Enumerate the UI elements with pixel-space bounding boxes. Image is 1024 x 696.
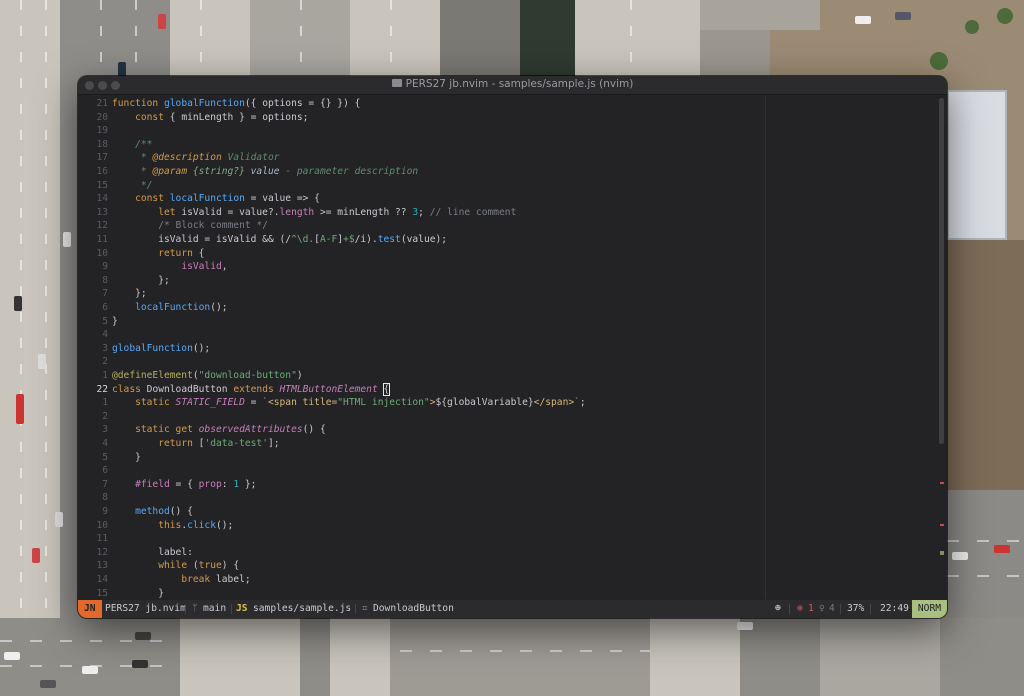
status-line: JN PERS27 jb.nvim ᛘ main JS samples/samp… <box>78 600 947 618</box>
mode-badge: JN <box>78 600 102 618</box>
error-count[interactable]: 1 <box>808 600 814 618</box>
code-line: const { minLength } = options; <box>135 111 309 123</box>
line-number: 11 <box>96 234 108 245</box>
code-line: while (true) { <box>158 560 240 572</box>
line-number: 20 <box>96 111 108 123</box>
line-number: 15 <box>96 179 108 191</box>
cursor-position: 22:49 <box>880 603 909 614</box>
code-line: const localFunction = value => { <box>135 193 320 205</box>
diagnostic-mark <box>940 524 944 526</box>
git-branch-icon: ᛘ <box>192 603 198 614</box>
line-number: 12 <box>96 220 108 232</box>
code-line: isValid, <box>181 261 228 273</box>
line-number: 7 <box>102 288 108 300</box>
filetype-badge: JS <box>236 603 248 614</box>
line-number: 16 <box>96 166 108 177</box>
line-number: 5 <box>102 451 108 463</box>
line-number: 8 <box>102 274 108 286</box>
file-path[interactable]: samples/sample.js <box>253 600 351 618</box>
line-number: 13 <box>96 560 108 572</box>
code-editor[interactable]: 21 20 19 18 17 16 15 14 13 12 11 10 9 8 7 6 5 4 3 2 1 22 1 2 3 4 5… <box>78 96 947 599</box>
vim-mode-indicator: NORM <box>911 600 947 618</box>
line-number: 11 <box>96 533 108 545</box>
error-icon: ⊗ <box>797 603 803 614</box>
scrollbar[interactable] <box>939 98 944 444</box>
color-column <box>765 96 766 599</box>
code-line: this.click(); <box>158 519 234 531</box>
code-line: static STATIC_FIELD = `<span title="HTML… <box>135 397 586 409</box>
code-line: isValid = isValid && (/^\d.[A-F]+$/i).te… <box>112 234 448 245</box>
code-line: /** <box>135 138 153 150</box>
line-number: 10 <box>96 519 108 531</box>
code-line: return { <box>158 247 205 259</box>
lsp-robot-icon: ☻ <box>775 603 781 614</box>
diagnostic-mark <box>940 553 944 555</box>
code-line: let isValid = value?.length >= minLength… <box>158 206 517 218</box>
breadcrumb-symbol[interactable]: DownloadButton <box>373 600 454 618</box>
code-line: @defineElement("download-button") <box>112 370 303 381</box>
code-line: label: <box>112 546 193 558</box>
line-number: 21 <box>96 98 108 109</box>
line-number: 6 <box>102 302 108 313</box>
code-line: } <box>112 315 118 327</box>
code-line: method() { <box>135 506 193 517</box>
line-number: 3 <box>102 424 108 436</box>
line-number: 9 <box>102 506 108 517</box>
code-line: globalFunction(); <box>112 342 211 354</box>
folder-icon <box>391 79 402 87</box>
code-line: return ['data-test']; <box>158 438 280 449</box>
code-line: /* Block comment */ <box>158 220 268 232</box>
line-number: 8 <box>102 492 108 504</box>
line-number: 4 <box>102 329 108 341</box>
line-number: 9 <box>102 261 108 273</box>
line-number: 2 <box>102 356 108 368</box>
line-number: 6 <box>102 465 108 477</box>
terminal-window: PERS27 jb.nvim - samples/sample.js (nvim… <box>78 76 947 618</box>
diagnostic-mark <box>940 482 944 484</box>
code-line: class DownloadButton extends HTMLButtonE… <box>112 382 391 396</box>
window-title: PERS27 jb.nvim - samples/sample.js (nvim… <box>78 78 947 90</box>
line-number: 15 <box>96 587 108 599</box>
code-line: static get observedAttributes() { <box>135 424 326 436</box>
line-number: 1 <box>102 370 108 381</box>
line-number: 1 <box>102 397 108 409</box>
line-number: 2 <box>102 410 108 422</box>
code-line: function globalFunction({ options = {} }… <box>112 98 361 109</box>
code-line: } <box>112 451 141 463</box>
line-number: 14 <box>96 193 108 205</box>
line-number: 14 <box>96 574 108 585</box>
line-number: 22 <box>96 383 108 395</box>
scroll-progress: 37% <box>847 603 865 614</box>
code-line: */ <box>112 179 153 191</box>
line-number: 13 <box>96 206 108 218</box>
code-line: }; <box>112 274 170 286</box>
code-line: break label; <box>181 574 251 585</box>
symbol-class-icon: ⌗ <box>362 603 368 614</box>
window-title-text: PERS27 jb.nvim - samples/sample.js (nvim… <box>405 78 634 90</box>
warning-icon: ♀ <box>819 603 825 614</box>
workspace-name: PERS27 jb.nvim <box>105 603 186 614</box>
line-number: 5 <box>102 315 108 327</box>
line-number: 19 <box>96 125 108 137</box>
code-line: localFunction(); <box>135 302 228 313</box>
line-number: 17 <box>96 152 108 164</box>
line-number: 3 <box>102 342 108 354</box>
line-number: 10 <box>96 247 108 259</box>
code-line: }; <box>112 288 147 300</box>
window-titlebar[interactable]: PERS27 jb.nvim - samples/sample.js (nvim… <box>78 76 947 95</box>
branch-name[interactable]: main <box>203 600 226 618</box>
code-line: * @param {string?} value - parameter des… <box>112 166 419 177</box>
line-number: 4 <box>102 438 108 449</box>
line-number: 18 <box>96 138 108 150</box>
warning-count[interactable]: 4 <box>829 600 835 618</box>
code-line: } <box>112 587 164 599</box>
line-number: 12 <box>96 546 108 558</box>
code-line: #field = { prop: 1 }; <box>135 478 257 490</box>
code-line: * @description Validator <box>112 152 280 164</box>
line-number: 7 <box>102 478 108 490</box>
